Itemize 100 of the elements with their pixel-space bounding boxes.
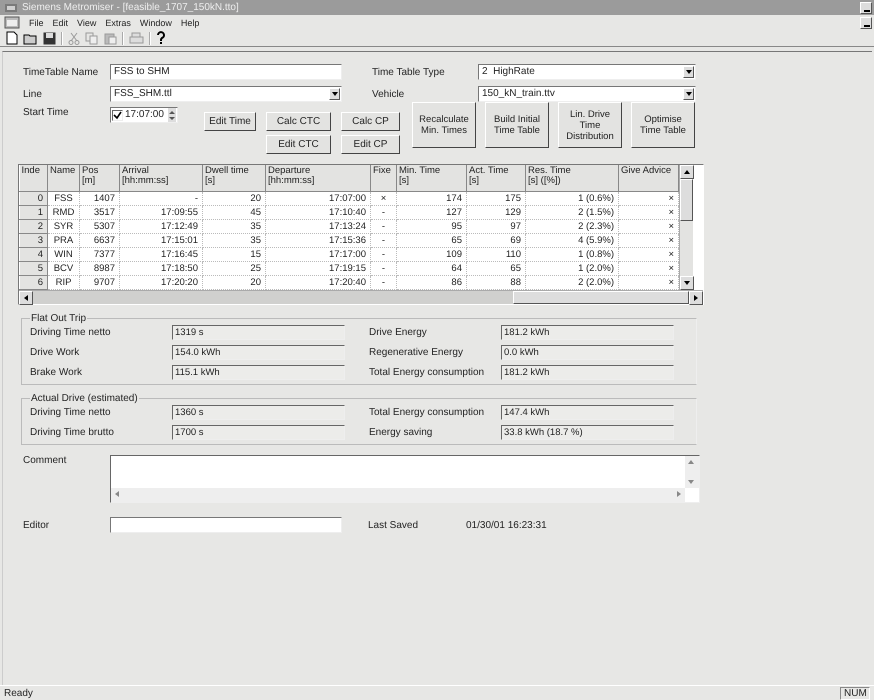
checkbox[interactable] xyxy=(112,110,123,120)
table-cell: 110 xyxy=(466,248,526,262)
table-cell: 2 (2.3%) xyxy=(526,220,618,234)
action-button[interactable]: Calc CTC xyxy=(266,112,331,131)
column-header[interactable]: Give Advice xyxy=(618,165,678,192)
table-cell: 17:12:49 xyxy=(120,220,202,234)
readonly-field: 181.2 kWh xyxy=(501,365,674,380)
table-cell: 109 xyxy=(396,248,466,262)
menu-item[interactable]: File xyxy=(29,18,44,28)
row-header: 0 xyxy=(20,192,48,206)
table-cell: 17:16:45 xyxy=(120,248,202,262)
dropdown-button[interactable] xyxy=(683,88,694,100)
minimize-button[interactable] xyxy=(860,2,872,14)
table-cell: × xyxy=(370,192,396,206)
column-header[interactable]: Act. Time [s] xyxy=(466,165,526,192)
name-field[interactable]: FSS to SHM xyxy=(110,64,342,80)
table-cell: RMD xyxy=(48,206,80,220)
field-label: Drive Work xyxy=(30,347,80,358)
menu-item[interactable]: Edit xyxy=(52,18,68,28)
dropdown-button[interactable] xyxy=(683,66,694,78)
scroll-thumb[interactable] xyxy=(513,291,689,304)
readonly-field: 1700 s xyxy=(172,425,345,440)
save-icon[interactable] xyxy=(43,32,56,44)
field-label: Last Saved xyxy=(368,520,420,530)
row-header: 3 xyxy=(20,234,48,248)
field-label: Line xyxy=(23,88,43,100)
editor-field[interactable] xyxy=(110,517,342,533)
action-button[interactable]: Build Initial Time Table xyxy=(485,102,549,148)
field-label: Driving Time brutto xyxy=(30,427,115,438)
field-label: Vehicle xyxy=(372,88,406,100)
action-button[interactable]: Edit Time xyxy=(204,112,256,131)
minimize-button[interactable] xyxy=(860,16,872,28)
field-label: Total Energy consumption xyxy=(369,367,486,378)
field-label: Comment xyxy=(23,455,68,468)
new-file-icon[interactable] xyxy=(6,31,18,45)
row-header: 5 xyxy=(20,262,48,276)
scroll-left-button[interactable] xyxy=(19,291,33,305)
help-icon[interactable] xyxy=(156,31,166,45)
field-label: Time Table Type xyxy=(372,66,446,78)
action-button[interactable]: Lin. Drive Time Distribution xyxy=(558,102,622,148)
table-cell: 5307 xyxy=(80,220,120,234)
column-header[interactable]: Inde xyxy=(20,165,48,192)
menu-item[interactable]: Window xyxy=(140,18,172,28)
table-cell: WIN xyxy=(48,248,80,262)
row-header: 4 xyxy=(20,248,48,262)
vehicle-dropdown[interactable]: 150_kN_train.ttv xyxy=(478,86,696,102)
menu-item[interactable]: View xyxy=(77,18,96,28)
column-header[interactable]: Name xyxy=(48,165,80,192)
table-cell: 1 (0.6%) xyxy=(526,192,618,206)
type-dropdown[interactable]: 2 HighRate xyxy=(478,64,696,80)
table-cell: - xyxy=(370,220,396,234)
column-header[interactable]: Res. Time [s] ([%]) xyxy=(526,165,618,192)
table-cell: 7377 xyxy=(80,248,120,262)
table-cell: 17:09:55 xyxy=(120,206,202,220)
scroll-up-button[interactable] xyxy=(680,165,694,179)
horizontal-scrollbar[interactable] xyxy=(19,290,703,304)
action-button[interactable]: Edit CP xyxy=(341,135,400,154)
readonly-field: 115.1 kWh xyxy=(172,365,345,380)
table-cell: FSS xyxy=(48,192,80,206)
scroll-right-button[interactable] xyxy=(689,291,703,305)
action-button[interactable]: Edit CTC xyxy=(266,135,331,154)
table-cell: 65 xyxy=(466,262,526,276)
column-header[interactable]: Departure [hh:mm:ss] xyxy=(266,165,370,192)
spin-button[interactable] xyxy=(168,108,176,122)
open-folder-icon[interactable] xyxy=(23,32,38,44)
time-picker[interactable]: 17:07:00 xyxy=(110,107,178,123)
table-cell: 45 xyxy=(202,206,266,220)
scroll-thumb[interactable] xyxy=(680,179,693,221)
menu-item[interactable]: Help xyxy=(180,18,200,28)
field-label: Editor xyxy=(23,520,50,530)
table-cell: 15 xyxy=(202,248,266,262)
scroll-down-button[interactable] xyxy=(680,276,694,290)
table-cell: 95 xyxy=(396,220,466,234)
table-cell: PRA xyxy=(48,234,80,248)
field-label: Regenerative Energy xyxy=(369,347,464,358)
field-label: Start Time xyxy=(23,107,70,118)
action-button[interactable]: Calc CP xyxy=(341,112,400,131)
action-button[interactable]: Optimise Time Table xyxy=(631,102,695,148)
document-icon xyxy=(4,16,20,29)
menu-item[interactable]: Extras xyxy=(105,18,131,28)
line-dropdown[interactable]: FSS_SHM.ttl xyxy=(110,86,342,102)
dropdown-button[interactable] xyxy=(329,88,340,100)
table-cell: 175 xyxy=(466,192,526,206)
vertical-scrollbar[interactable] xyxy=(679,165,693,290)
table-cell: 17:19:15 xyxy=(266,262,370,276)
table-cell: - xyxy=(370,234,396,248)
column-header[interactable]: Pos [m] xyxy=(80,165,120,192)
status-text: Ready xyxy=(4,688,33,698)
row-header: 2 xyxy=(20,220,48,234)
action-button[interactable]: Recalculate Min. Times xyxy=(412,102,476,148)
column-header[interactable]: Dwell time [s] xyxy=(202,165,266,192)
table-cell: 2 (1.5%) xyxy=(526,206,618,220)
row-header: 6 xyxy=(20,276,48,290)
table-cell: 35 xyxy=(202,234,266,248)
column-header[interactable]: Min. Time [s] xyxy=(396,165,466,192)
column-header[interactable]: Fixe xyxy=(370,165,396,192)
table-cell: 25 xyxy=(202,262,266,276)
status-indicator: NUM xyxy=(840,686,870,700)
table-cell: 174 xyxy=(396,192,466,206)
column-header[interactable]: Arrival [hh:mm:ss] xyxy=(120,165,202,192)
